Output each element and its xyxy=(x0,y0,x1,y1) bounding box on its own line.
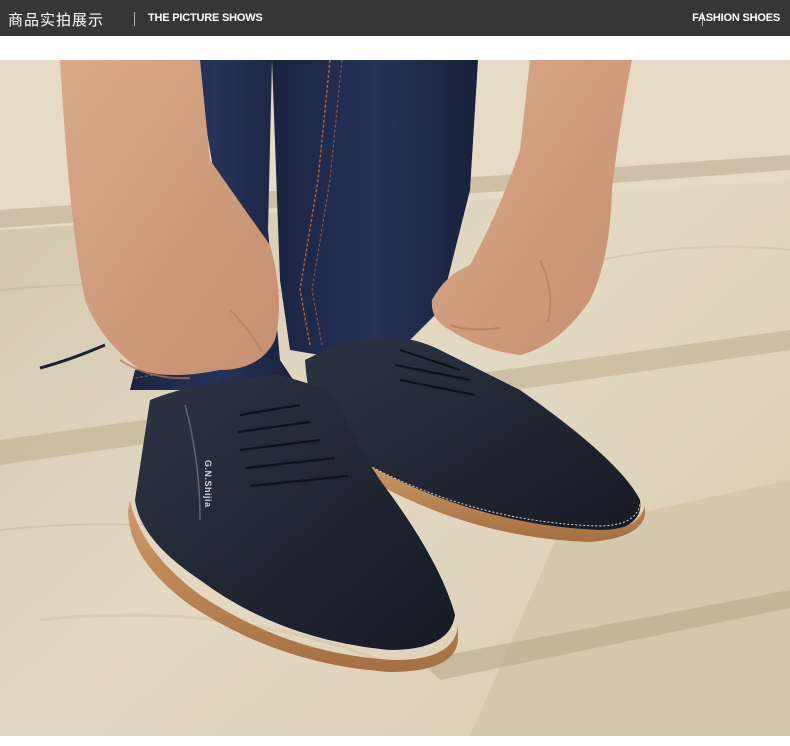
header-bar: 商品实拍展示 THE PICTURE SHOWS FASHION SHOES xyxy=(0,0,790,36)
product-photo: G.N.Shijia xyxy=(0,60,790,736)
header-separator-left xyxy=(134,12,135,26)
logo-text: G.N.Shijia xyxy=(203,460,213,508)
header-subtitle-en: FASHION SHOES xyxy=(692,12,780,24)
header-title-cn: 商品实拍展示 xyxy=(8,11,105,29)
header-title-en: THE PICTURE SHOWS xyxy=(148,12,263,24)
